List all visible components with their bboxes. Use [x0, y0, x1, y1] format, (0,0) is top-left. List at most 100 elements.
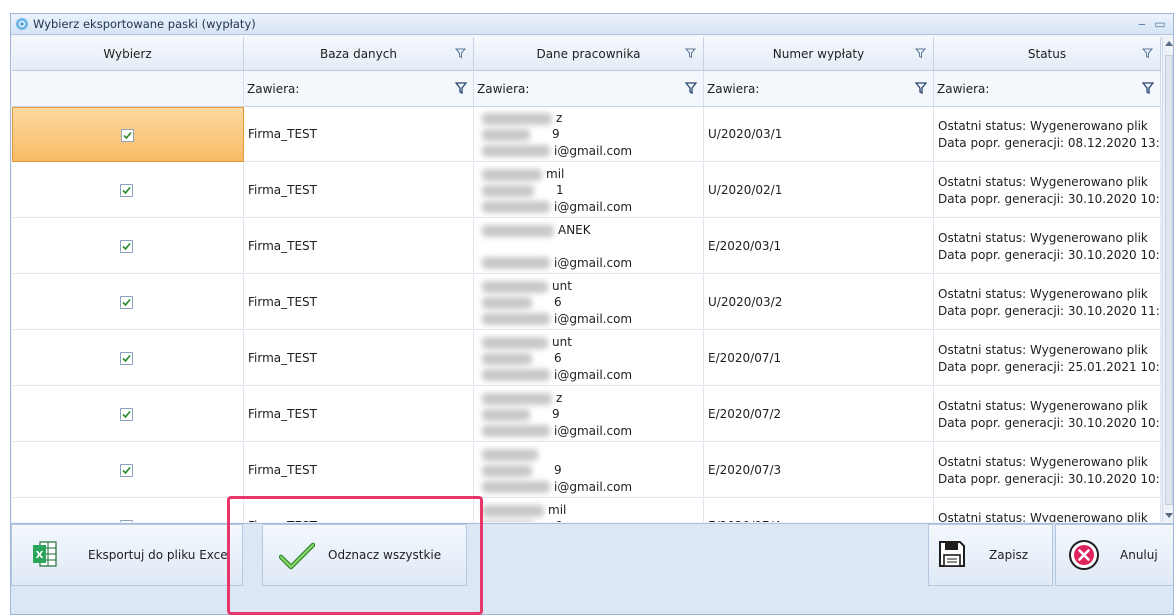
payout-number-value: U/2020/03/2	[708, 295, 783, 309]
redacted-phone	[482, 521, 534, 522]
cancel-icon	[1069, 540, 1099, 570]
column-header-status[interactable]: Status	[934, 37, 1161, 71]
filter-icon[interactable]	[915, 48, 926, 59]
uncheck-all-label: Odznacz wszystkie	[328, 548, 442, 562]
scroll-thumb[interactable]	[1165, 55, 1173, 505]
filter-cell-database[interactable]: Zawiera:	[244, 71, 474, 107]
status-cell[interactable]: Ostatni status: Wygenerowano plik Data p…	[934, 219, 1161, 274]
row-checkbox[interactable]	[120, 464, 133, 477]
filter-icon[interactable]	[915, 82, 927, 94]
status-cell[interactable]: Ostatni status: Wygenerowano plik Data p…	[934, 163, 1161, 218]
payout-number-cell[interactable]: U/2020/03/1	[704, 107, 934, 162]
row-checkbox[interactable]	[120, 408, 133, 421]
filter-cell-status[interactable]: Zawiera:	[934, 71, 1161, 107]
filter-cell-wybierz	[12, 71, 244, 107]
database-cell[interactable]: Firma_TEST	[244, 443, 474, 498]
database-cell[interactable]: Firma_TEST	[244, 275, 474, 330]
database-cell[interactable]: Firma_TEST	[244, 499, 474, 522]
column-header-wybierz[interactable]: Wybierz	[12, 37, 244, 71]
table-row[interactable]: Firma_TEST mil 1 i@gmail.com U/2020/02/1…	[12, 163, 1161, 218]
filter-icon[interactable]	[1142, 48, 1153, 59]
row-checkbox[interactable]	[120, 296, 133, 309]
redacted-name	[482, 113, 552, 125]
status-cell[interactable]: Ostatni status: Wygenerowano plik Data p…	[934, 331, 1161, 386]
select-cell[interactable]	[12, 331, 244, 386]
select-cell[interactable]	[12, 219, 244, 274]
scroll-down-icon[interactable]	[1165, 513, 1173, 518]
database-cell[interactable]: Firma_TEST	[244, 107, 474, 162]
vertical-scrollbar[interactable]	[1162, 37, 1173, 522]
table-row[interactable]: Firma_TEST z 9 i@gmail.com E/2020/07/2 O…	[12, 387, 1161, 442]
employee-cell[interactable]: ANEK i@gmail.com	[474, 219, 704, 274]
row-checkbox[interactable]	[120, 520, 133, 522]
database-cell[interactable]: Firma_TEST	[244, 387, 474, 442]
scroll-up-icon[interactable]	[1165, 41, 1173, 46]
database-value: Firma_TEST	[248, 351, 317, 365]
minimize-icon[interactable]: ‒	[1133, 15, 1151, 33]
database-cell[interactable]: Firma_TEST	[244, 331, 474, 386]
payout-number-value: U/2020/03/1	[708, 127, 783, 141]
table-row[interactable]: Firma_TEST 9 i@gmail.com E/2020/07/3 Ost…	[12, 443, 1161, 498]
table-row[interactable]: Firma_TEST z 9 i@gmail.com U/2020/03/1 O…	[12, 107, 1161, 162]
status-cell[interactable]: Ostatni status: Wygenerowano plik Data p…	[934, 499, 1161, 522]
redacted-phone	[482, 129, 530, 141]
employee-cell[interactable]: mil 1 i@gmail.com	[474, 499, 704, 522]
select-cell[interactable]	[12, 163, 244, 218]
payout-number-cell[interactable]: U/2020/02/1	[704, 163, 934, 218]
status-cell[interactable]: Ostatni status: Wygenerowano plik Data p…	[934, 275, 1161, 330]
cancel-button[interactable]: Anuluj	[1055, 524, 1173, 586]
maximize-icon[interactable]: ▭	[1151, 15, 1169, 33]
payout-number-cell[interactable]: E/2020/07/2	[704, 387, 934, 442]
employee-cell[interactable]: mil 1 i@gmail.com	[474, 163, 704, 218]
select-cell[interactable]	[12, 107, 244, 162]
row-checkbox[interactable]	[120, 184, 133, 197]
save-label: Zapisz	[989, 548, 1029, 562]
filter-icon[interactable]	[685, 82, 697, 94]
employee-cell[interactable]: 9 i@gmail.com	[474, 443, 704, 498]
select-cell[interactable]	[12, 387, 244, 442]
checkbox-check-icon	[122, 466, 131, 475]
column-header-employee[interactable]: Dane pracownika	[474, 37, 704, 71]
row-checkbox[interactable]	[120, 352, 133, 365]
employee-email: i@gmail.com	[554, 200, 633, 214]
select-cell[interactable]	[12, 275, 244, 330]
employee-cell[interactable]: unt 6 i@gmail.com	[474, 275, 704, 330]
database-cell[interactable]: Firma_TEST	[244, 219, 474, 274]
table-row[interactable]: Firma_TEST mil 1 i@gmail.com E/2020/07/4…	[12, 499, 1161, 522]
employee-cell[interactable]: unt 6 i@gmail.com	[474, 331, 704, 386]
status-cell[interactable]: Ostatni status: Wygenerowano plik Data p…	[934, 443, 1161, 498]
save-icon	[939, 541, 965, 567]
filter-cell-payout-number[interactable]: Zawiera:	[704, 71, 934, 107]
database-value: Firma_TEST	[248, 407, 317, 421]
table-row[interactable]: Firma_TEST unt 6 i@gmail.com U/2020/03/2…	[12, 275, 1161, 330]
payout-number-cell[interactable]: E/2020/07/3	[704, 443, 934, 498]
window-title: Wybierz eksportowane paski (wypłaty)	[33, 17, 256, 31]
column-header-payout-number[interactable]: Numer wypłaty	[704, 37, 934, 71]
payout-number-cell[interactable]: U/2020/03/2	[704, 275, 934, 330]
payout-number-cell[interactable]: E/2020/03/1	[704, 219, 934, 274]
payout-number-cell[interactable]: E/2020/07/4	[704, 499, 934, 522]
column-header-database[interactable]: Baza danych	[244, 37, 474, 71]
row-checkbox[interactable]	[120, 240, 133, 253]
table-row[interactable]: Firma_TEST ANEK i@gmail.com E/2020/03/1 …	[12, 219, 1161, 274]
status-cell[interactable]: Ostatni status: Wygenerowano plik Data p…	[934, 387, 1161, 442]
export-excel-button[interactable]: X Eksportuj do pliku Excel	[11, 524, 243, 586]
row-checkbox[interactable]	[121, 129, 134, 142]
status-cell[interactable]: Ostatni status: Wygenerowano plik Data p…	[934, 107, 1161, 162]
filter-cell-employee[interactable]: Zawiera:	[474, 71, 704, 107]
select-cell[interactable]	[12, 499, 244, 522]
filter-icon[interactable]	[455, 82, 467, 94]
uncheck-all-button[interactable]: Odznacz wszystkie	[262, 524, 467, 586]
payout-number-cell[interactable]: E/2020/07/1	[704, 331, 934, 386]
employee-cell[interactable]: z 9 i@gmail.com	[474, 387, 704, 442]
employee-email: i@gmail.com	[554, 256, 633, 270]
filter-icon[interactable]	[455, 48, 466, 59]
save-button[interactable]: Zapisz	[928, 524, 1053, 586]
employee-cell[interactable]: z 9 i@gmail.com	[474, 107, 704, 162]
table-row[interactable]: Firma_TEST unt 6 i@gmail.com E/2020/07/1…	[12, 331, 1161, 386]
database-cell[interactable]: Firma_TEST	[244, 163, 474, 218]
filter-label: Zawiera:	[477, 82, 530, 96]
select-cell[interactable]	[12, 443, 244, 498]
filter-icon[interactable]	[685, 48, 696, 59]
filter-icon[interactable]	[1142, 82, 1154, 94]
